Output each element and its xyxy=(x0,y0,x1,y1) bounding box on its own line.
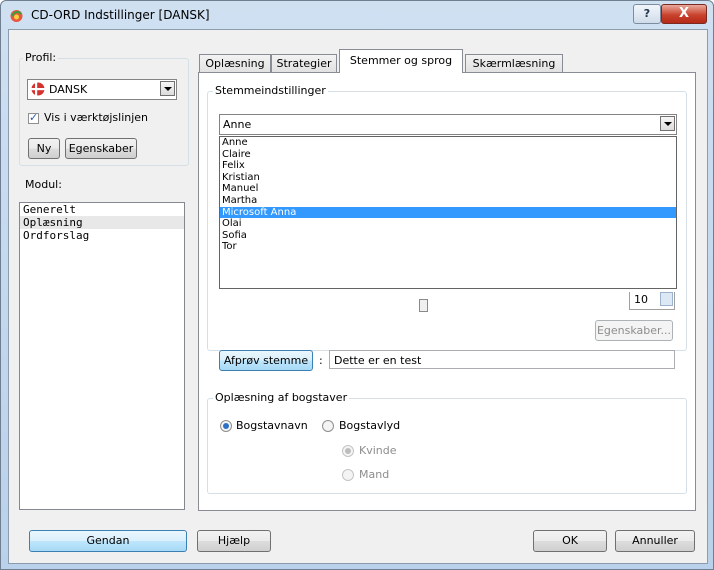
female-voice-label: Kvinde xyxy=(359,444,397,457)
dropdown-option[interactable]: Kristian xyxy=(220,172,676,184)
voice-settings-label: Stemmeindstillinger xyxy=(213,84,328,97)
window-title: CD-ORD Indstillinger [DANSK] xyxy=(31,8,210,22)
list-item[interactable]: Ordforslag xyxy=(20,229,184,242)
rate-spinner-value: 10 xyxy=(634,293,648,306)
app-icon xyxy=(10,10,23,22)
female-voice-radio[interactable] xyxy=(342,445,354,457)
help-button[interactable]: Hjælp xyxy=(197,530,271,552)
dropdown-option[interactable]: Felix xyxy=(220,160,676,172)
voice-select[interactable]: Anne xyxy=(219,114,677,135)
rate-spinner[interactable]: 10 xyxy=(629,292,675,310)
ok-button[interactable]: OK xyxy=(533,530,607,552)
profile-group-label: Profil: xyxy=(23,51,59,64)
voice-properties-button[interactable]: Egenskaber... xyxy=(595,320,673,341)
chevron-down-icon[interactable] xyxy=(160,81,175,96)
tab-voices-language[interactable]: Stemmer og sprog xyxy=(339,49,463,73)
list-item[interactable]: Generelt xyxy=(20,203,184,216)
module-list[interactable]: Generelt Oplæsning Ordforslag xyxy=(19,202,185,510)
letter-name-radio[interactable] xyxy=(220,420,232,432)
dialog-client: Profil: DANSK Vis i værktøjslinjen Ny Eg… xyxy=(8,29,708,564)
list-item[interactable]: Oplæsning xyxy=(20,216,184,229)
title-bar[interactable]: CD-ORD Indstillinger [DANSK] ? X xyxy=(1,1,713,29)
profile-properties-button[interactable]: Egenskaber xyxy=(65,138,137,159)
show-in-toolbar-checkbox[interactable] xyxy=(28,111,39,124)
male-voice-radio[interactable] xyxy=(342,469,354,481)
test-separator: : xyxy=(319,354,323,367)
close-button[interactable]: X xyxy=(661,4,707,24)
dropdown-option[interactable]: Manuel xyxy=(220,183,676,195)
letter-name-label: Bogstavnavn xyxy=(236,419,308,432)
settings-window: CD-ORD Indstillinger [DANSK] ? X Profil:… xyxy=(0,0,714,570)
voices-tab-panel: Stemmeindstillinger Anne Anne Claire Fel… xyxy=(198,72,696,511)
restore-button[interactable]: Gendan xyxy=(29,530,187,552)
tab-screen-reading[interactable]: Skærmlæsning xyxy=(465,54,563,72)
letter-sound-label: Bogstavlyd xyxy=(339,419,401,432)
letter-sound-radio[interactable] xyxy=(322,420,334,432)
voice-dropdown-list[interactable]: Anne Claire Felix Kristian Manuel Martha… xyxy=(219,136,677,289)
test-text-input[interactable]: Dette er en test xyxy=(329,350,675,369)
new-profile-button[interactable]: Ny xyxy=(28,138,60,159)
tab-reading[interactable]: Oplæsning xyxy=(199,54,271,72)
spinner-down-icon[interactable] xyxy=(660,292,673,306)
slider-thumb[interactable] xyxy=(419,299,428,312)
dropdown-option[interactable]: Olai xyxy=(220,218,676,230)
profile-select[interactable]: DANSK xyxy=(27,79,177,100)
tab-strategies[interactable]: Strategier xyxy=(271,54,337,72)
voice-selected-value: Anne xyxy=(223,118,252,131)
module-group-label: Modul: xyxy=(23,178,64,191)
denmark-flag-icon xyxy=(31,82,45,96)
dropdown-option[interactable]: Tor xyxy=(220,241,676,253)
cancel-button[interactable]: Annuller xyxy=(615,530,695,552)
dropdown-option[interactable]: Martha xyxy=(220,195,676,207)
letter-reading-label: Oplæsning af bogstaver xyxy=(213,391,350,404)
male-voice-label: Mand xyxy=(359,468,390,481)
help-title-button[interactable]: ? xyxy=(633,4,661,24)
dropdown-option[interactable]: Anne xyxy=(220,137,676,149)
test-voice-button[interactable]: Afprøv stemme xyxy=(219,350,313,371)
dropdown-option[interactable]: Sofia xyxy=(220,230,676,242)
chevron-down-icon[interactable] xyxy=(660,116,675,131)
profile-selected-value: DANSK xyxy=(49,83,88,96)
letter-reading-group xyxy=(207,398,687,494)
dropdown-option[interactable]: Claire xyxy=(220,149,676,161)
dropdown-option[interactable]: Microsoft Anna xyxy=(220,206,676,219)
show-in-toolbar-label: Vis i værktøjslinjen xyxy=(44,111,149,124)
